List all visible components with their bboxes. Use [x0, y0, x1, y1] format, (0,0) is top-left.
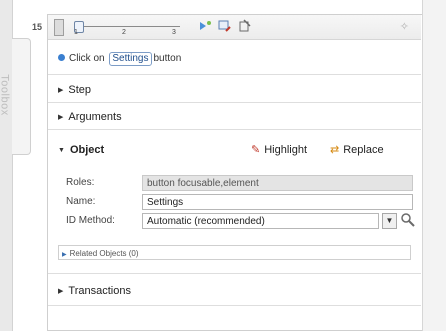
roles-value: button focusable,element [142, 175, 413, 191]
instruction-bullet-icon [58, 54, 65, 61]
collapse-arrow-icon: ▼ [58, 147, 65, 154]
instruction-prefix: Click on [69, 53, 105, 64]
section-object[interactable]: ▼ Object [58, 144, 104, 156]
replace-button[interactable]: ⇄ Replace [330, 143, 384, 156]
divider [48, 102, 421, 103]
name-label: Name: [66, 196, 96, 207]
expand-arrow-icon: ▶ [58, 288, 64, 295]
section-arguments-label: Arguments [68, 111, 122, 123]
slider-tick-1: 1 [74, 29, 78, 36]
related-objects-toggle[interactable]: ▶ Related Objects (0) [58, 245, 411, 260]
instruction-suffix: button [153, 53, 182, 64]
toolbox-label: Toolbox [0, 74, 11, 116]
right-edge-strip [422, 0, 446, 331]
slider-tick-3: 3 [172, 29, 176, 36]
divider [48, 273, 421, 274]
section-transactions-label: Transactions [68, 285, 131, 297]
highlight-label: Highlight [264, 144, 308, 156]
drag-handle[interactable] [54, 19, 64, 36]
chevron-down-icon[interactable]: ▼ [382, 213, 397, 229]
name-row: Name: Settings [62, 194, 413, 211]
instruction-target-link[interactable]: Settings [109, 52, 152, 66]
slider-track [76, 26, 180, 27]
section-step[interactable]: ▶ Step [58, 84, 91, 96]
expand-arrow-icon: ▶ [58, 87, 64, 94]
replace-icon: ⇄ [330, 144, 340, 156]
toolbox-tab[interactable]: Toolbox [0, 38, 31, 155]
step-panel: 1 2 3 ✧ Click on Settings button ▶ Step ▶ A… [47, 14, 422, 331]
id-method-label: ID Method: [66, 215, 115, 226]
expand-arrow-icon: ▶ [58, 114, 64, 121]
divider [48, 305, 421, 306]
highlight-button[interactable]: ✎ Highlight [251, 143, 307, 156]
divider [48, 129, 421, 130]
panel-toolbar: 1 2 3 ✧ [48, 15, 421, 40]
highlight-pen-icon: ✎ [251, 144, 261, 156]
step-number: 15 [32, 22, 43, 32]
section-step-label: Step [68, 84, 92, 96]
replace-label: Replace [343, 144, 384, 156]
name-field[interactable]: Settings [142, 194, 413, 210]
expand-arrow-icon: ▶ [62, 252, 67, 258]
capture-icon[interactable] [238, 19, 252, 33]
edit-step-icon[interactable] [218, 19, 232, 33]
play-step-icon[interactable] [198, 19, 212, 33]
id-method-row: ID Method: Automatic (recommended) ▼ [62, 212, 416, 230]
divider [48, 74, 421, 75]
level-slider[interactable]: 1 2 3 [72, 21, 188, 37]
step-instruction: Click on Settings button [58, 52, 181, 66]
slider-tick-2: 2 [122, 29, 126, 36]
pin-icon[interactable]: ✧ [400, 20, 409, 33]
roles-label: Roles: [66, 177, 95, 188]
roles-row: Roles: button focusable,element [62, 175, 413, 192]
id-method-select[interactable]: Automatic (recommended) [142, 213, 379, 229]
object-spy-icon[interactable] [400, 212, 416, 228]
section-arguments[interactable]: ▶ Arguments [58, 111, 122, 123]
section-transactions[interactable]: ▶ Transactions [58, 285, 131, 297]
section-object-label: Object [69, 144, 105, 156]
related-objects-label: Related Objects (0) [69, 249, 139, 258]
